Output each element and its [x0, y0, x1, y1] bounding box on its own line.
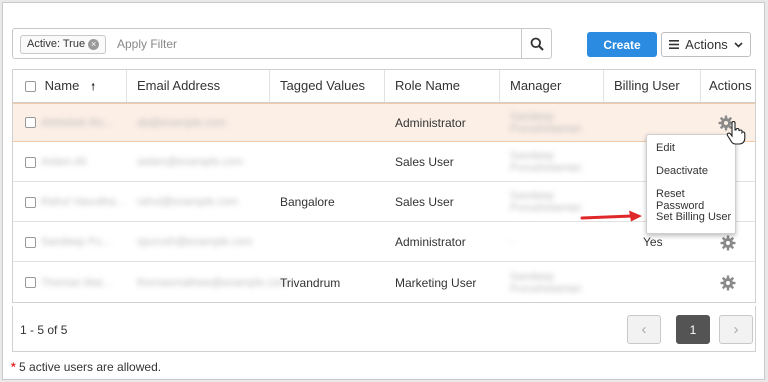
table-footer: 1 - 5 of 5 ‹ 1 › [12, 306, 756, 352]
apply-filter-input[interactable] [117, 30, 517, 57]
user-email: aslam@example.com [137, 156, 243, 168]
users-table: Name 🠕 Email Address Tagged Values Role … [12, 69, 756, 303]
filter-chip-active[interactable]: Active: True × [20, 35, 107, 54]
column-label-name: Name [44, 78, 80, 93]
user-name[interactable]: Aslam Ali [41, 143, 86, 181]
menu-item-set-billing-user[interactable]: Set Billing User [656, 211, 731, 223]
role-name: Administrator [395, 115, 466, 130]
column-header-actions: Actions [709, 78, 752, 93]
sort-ascending-icon[interactable]: 🠕 [91, 82, 95, 93]
actions-label: Actions [685, 37, 728, 52]
active-users-note: * 5 active users are allowed. [11, 360, 161, 374]
search-button[interactable] [521, 29, 551, 58]
menu-lines-icon [669, 40, 680, 49]
role-name: Sales User [395, 195, 454, 209]
user-email: ab@example.com [137, 116, 226, 129]
select-all-checkbox[interactable] [25, 81, 36, 93]
menu-item-edit[interactable]: Edit [656, 142, 675, 154]
manager-name: Sandeep Purushotaman [510, 150, 582, 174]
remove-filter-icon[interactable]: × [88, 39, 100, 50]
table-row[interactable]: Sandeep Pu... spurush@example.com Admini… [13, 223, 755, 262]
row-checkbox[interactable] [25, 104, 36, 141]
table-row[interactable]: Abhishek Ro... ab@example.com Administra… [13, 103, 755, 142]
row-checkbox[interactable] [25, 223, 36, 261]
tagged-values: Bangalore [280, 195, 335, 209]
gear-icon[interactable] [719, 234, 737, 252]
table-header: Name 🠕 Email Address Tagged Values Role … [13, 70, 755, 103]
row-checkbox[interactable] [25, 263, 36, 302]
role-name: Administrator [395, 235, 466, 249]
user-name[interactable]: Abhishek Ro... [41, 104, 113, 141]
hand-cursor-icon [726, 121, 746, 145]
page-1-button[interactable]: 1 [676, 315, 710, 344]
create-button[interactable]: Create [587, 32, 657, 57]
manager-name: Sandeep Purushotaman [510, 190, 582, 214]
chevron-left-icon: ‹ [641, 321, 647, 338]
next-page-button[interactable]: › [719, 315, 753, 344]
note-text: 5 active users are allowed. [15, 360, 162, 374]
row-checkbox[interactable] [25, 183, 36, 221]
column-header-name[interactable]: Name 🠕 [13, 70, 127, 102]
menu-item-deactivate[interactable]: Deactivate [656, 165, 708, 177]
table-row[interactable]: Thomas Mat... thomasmathew@example.com T… [13, 263, 755, 302]
row-checkbox[interactable] [25, 143, 36, 181]
column-header-email[interactable]: Email Address [127, 70, 270, 102]
user-name[interactable]: Sandeep Pu... [41, 223, 111, 261]
chevron-right-icon: › [733, 321, 739, 338]
user-name[interactable]: Thomas Mat... [41, 263, 111, 302]
chevron-down-icon [734, 41, 743, 48]
column-header-manager[interactable]: Manager [500, 70, 604, 102]
user-email: rahul@example.com [137, 196, 239, 208]
column-header-billing-user[interactable]: Billing User [604, 70, 701, 102]
role-name: Sales User [395, 155, 454, 169]
menu-item-reset-password[interactable]: Reset Password [656, 188, 735, 212]
user-email: spurush@example.com [137, 236, 253, 248]
gear-icon[interactable] [719, 274, 737, 292]
filter-chip-label: Active: True [27, 38, 86, 50]
manager-name: - [510, 236, 514, 248]
search-icon [530, 37, 544, 51]
manager-name: Sandeep Purushotaman [510, 110, 582, 135]
role-name: Marketing User [395, 275, 477, 290]
table-row[interactable]: Aslam Ali aslam@example.com Sales User S… [13, 143, 755, 182]
user-name[interactable]: Rahul Vasudha... [41, 183, 125, 221]
column-header-role-name[interactable]: Role Name [385, 70, 500, 102]
row-actions-menu: Edit Deactivate Reset Password Set Billi… [646, 134, 736, 234]
prev-page-button[interactable]: ‹ [627, 315, 661, 344]
filter-bar: Active: True × [12, 28, 552, 59]
pagination-summary: 1 - 5 of 5 [20, 323, 68, 337]
tagged-values: Trivandrum [280, 275, 341, 290]
user-email: thomasmathew@example.com [137, 276, 289, 289]
manager-name: Sandeep Purushotaman [510, 270, 582, 295]
annotation-arrow-icon [580, 210, 642, 222]
column-header-tagged-values[interactable]: Tagged Values [270, 70, 385, 102]
actions-dropdown-button[interactable]: Actions [661, 32, 751, 57]
users-panel: Active: True × Create Actions Name 🠕 [2, 2, 765, 380]
